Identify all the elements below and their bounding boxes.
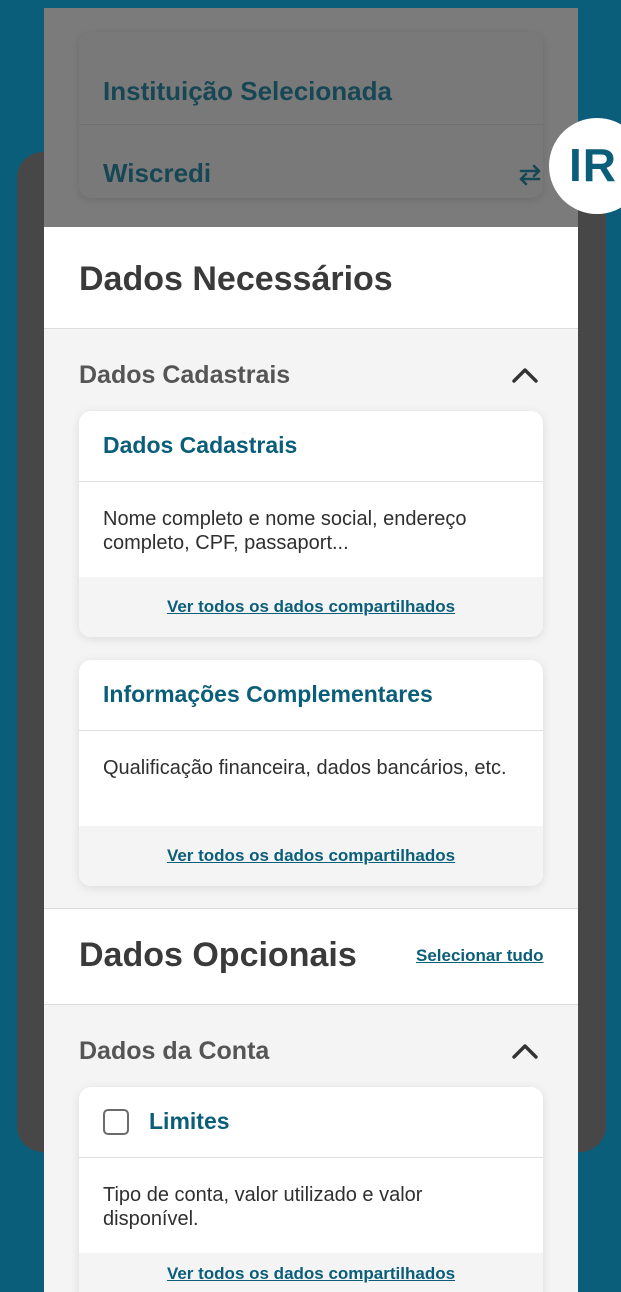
view-all-shared-data-link[interactable]: Ver todos os dados compartilhados [79, 826, 543, 886]
swap-arrows-icon[interactable] [515, 160, 545, 190]
ir-badge-text: IR [569, 139, 617, 191]
data-card-limites: Limites Tipo de conta, valor utilizado e… [79, 1087, 543, 1292]
limites-checkbox[interactable] [103, 1109, 129, 1135]
card-footer: Ver todos os dados compartilhados [79, 577, 543, 637]
chevron-up-icon[interactable] [510, 1041, 540, 1061]
view-all-shared-data-link[interactable]: Ver todos os dados compartilhados [79, 577, 543, 637]
card-title: Limites [149, 1108, 230, 1134]
card-description: Qualificação financeira, dados bancários… [103, 757, 507, 779]
card-header: Dados Cadastrais [79, 411, 543, 482]
data-card-informacoes-complementares: Informações Complementares Qualificação … [79, 660, 543, 886]
group-title-dados-da-conta: Dados da Conta [79, 1037, 270, 1065]
card-footer: Ver todos os dados compartilhados [79, 1253, 543, 1292]
optional-group: Dados da Conta Limites Tipo de conta, va… [44, 1005, 578, 1292]
view-all-shared-data-link[interactable]: Ver todos os dados compartilhados [79, 1253, 543, 1292]
consent-sheet: Instituição Selecionada Wiscredi Dados N… [44, 8, 578, 1292]
optional-data-title: Dados Opcionais [79, 936, 357, 974]
card-description: Tipo de conta, valor utilizado e valor d… [103, 1184, 423, 1230]
card-header: Limites [79, 1087, 543, 1158]
card-footer: Ver todos os dados compartilhados [79, 826, 543, 886]
institution-name: Wiscredi [103, 158, 212, 188]
dimmed-overlay: Instituição Selecionada Wiscredi [44, 8, 578, 227]
card-header: Informações Complementares [79, 660, 543, 731]
card-title: Dados Cadastrais [103, 432, 298, 458]
divider [44, 908, 578, 909]
data-card-dados-cadastrais: Dados Cadastrais Nome completo e nome so… [79, 411, 543, 637]
required-data-title: Dados Necessários [79, 260, 393, 298]
institution-label: Instituição Selecionada [103, 76, 392, 106]
select-all-link[interactable]: Selecionar tudo [416, 946, 544, 966]
institution-card: Instituição Selecionada Wiscredi [79, 32, 543, 198]
card-title: Informações Complementares [103, 681, 433, 707]
required-group: Dados Cadastrais Dados Cadastrais Nome c… [44, 329, 578, 908]
chevron-up-icon[interactable] [510, 365, 540, 385]
divider [79, 124, 543, 125]
group-title-dados-cadastrais: Dados Cadastrais [79, 361, 291, 389]
card-description: Nome completo e nome social, endereço co… [103, 508, 467, 554]
